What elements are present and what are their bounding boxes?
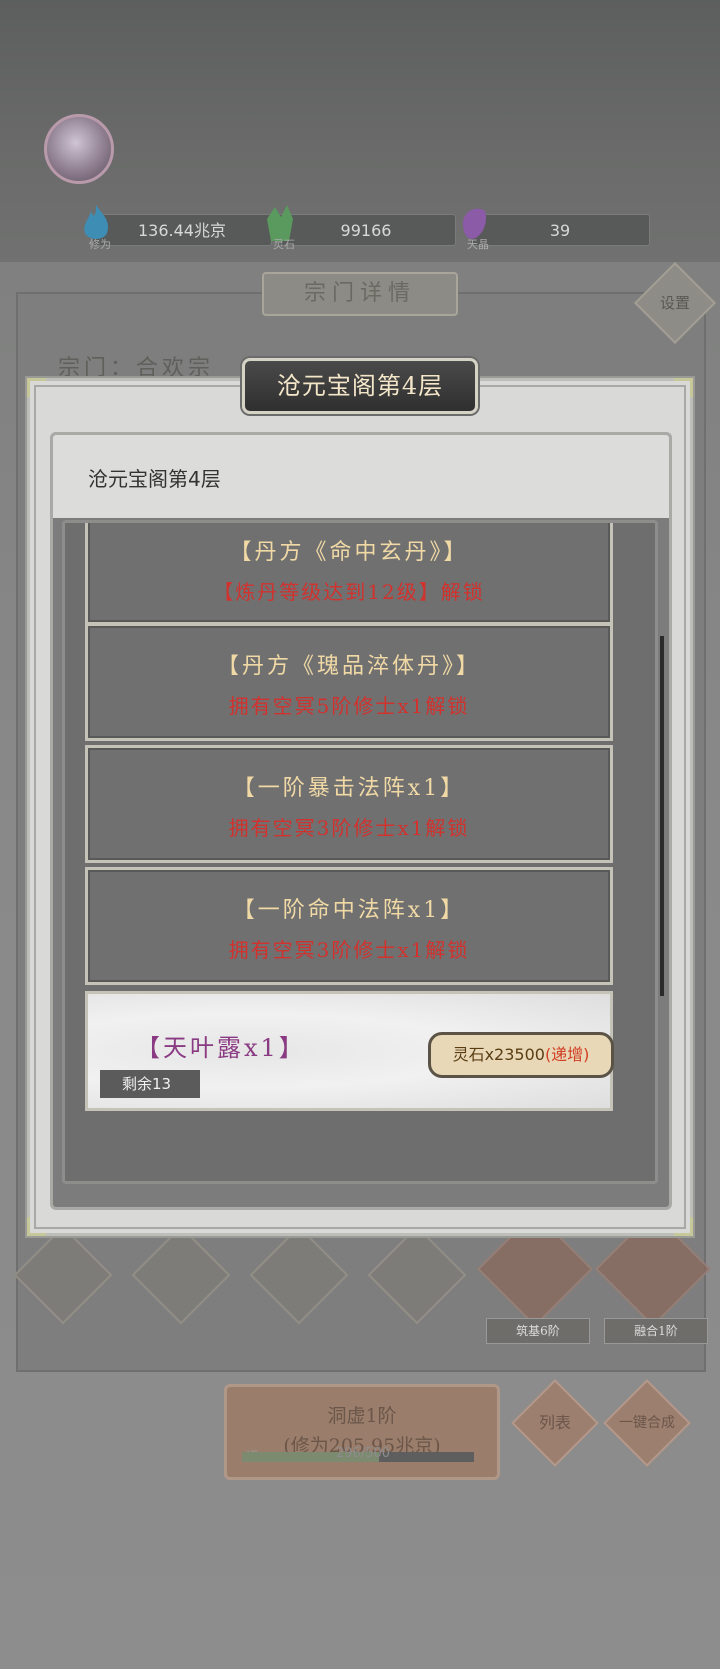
item-title: 【丹方《瑰品淬体丹》】 <box>216 654 481 679</box>
item-title: 【一阶命中法阵x1】 <box>232 898 466 923</box>
locked-shop-item[interactable]: 【一阶暴击法阵x1】 拥有空冥3阶修士x1解锁 <box>85 745 613 863</box>
list-label: 列表 <box>538 1413 571 1432</box>
hero-level-label: 融合1阶 <box>604 1318 708 1344</box>
heaven-crystal-resource: 39 天晶 <box>463 208 650 251</box>
unlock-condition: 拥有空冥5阶修士x1解锁 <box>228 694 470 718</box>
shop-item-list[interactable]: 【丹方《命中玄丹》】 【炼丹等级达到12级】解锁 【丹方《瑰品淬体丹》】 拥有空… <box>62 520 658 1184</box>
locked-shop-item[interactable]: 【丹方《瑰品淬体丹》】 拥有空冥5阶修士x1解锁 <box>85 623 613 741</box>
price-note: (递增) <box>544 1045 590 1064</box>
unlock-condition: 【炼丹等级达到12级】解锁 <box>213 580 485 604</box>
buy-button[interactable]: 灵石x23500(递增) <box>428 1032 614 1078</box>
corner-ornament <box>674 378 693 397</box>
combine-label: 一键合成 <box>619 1415 675 1431</box>
floor-label: 沧元宝阁第4层 <box>88 467 221 491</box>
item-title: 【丹方《命中玄丹》】 <box>229 540 469 565</box>
spirit-stone-resource: 99166 灵石 <box>267 205 456 251</box>
realm-label: 洞虚1阶 <box>327 1405 397 1427</box>
list-scrollbar[interactable] <box>660 636 664 996</box>
heaven-crystal-icon <box>463 208 487 239</box>
locked-shop-item[interactable]: 【丹方《命中玄丹》】 【炼丹等级达到12级】解锁 <box>85 523 613 625</box>
featured-shop-item[interactable]: 【天叶露x1】 剩余13 灵石x23500(递增) <box>85 991 614 1111</box>
item-title: 【天叶露x1】 <box>136 1034 306 1062</box>
spirit-crystal-icon <box>267 205 293 241</box>
unlock-condition: 拥有空冥3阶修士x1解锁 <box>228 816 470 840</box>
item-title: 【一阶暴击法阵x1】 <box>232 776 466 801</box>
cultivation-resource: 136.44兆京 修为 <box>84 205 272 251</box>
settings-label: 设置 <box>659 294 690 312</box>
unlock-condition: 拥有空冥3阶修士x1解锁 <box>228 938 470 962</box>
remaining-count: 剩余13 <box>100 1070 200 1098</box>
modal-title: 沧元宝阁第4层 <box>242 358 478 414</box>
player-avatar[interactable] <box>44 114 114 184</box>
spirit-flame-icon <box>84 205 109 239</box>
price-label: 灵石x23500 <box>452 1045 545 1064</box>
breakthrough-button[interactable]: 洞虚1阶 (修为205.95兆京) <box>224 1384 500 1480</box>
hero-level-label: 筑基6阶 <box>486 1318 590 1344</box>
sect-title: 宗门详情 <box>262 272 458 316</box>
corner-ornament <box>27 1217 46 1236</box>
corner-ornament <box>27 378 46 397</box>
corner-ornament <box>674 1217 693 1236</box>
luck-value: 296/500 <box>336 1446 391 1461</box>
locked-shop-item[interactable]: 【一阶命中法阵x1】 拥有空冥3阶修士x1解锁 <box>85 867 613 985</box>
